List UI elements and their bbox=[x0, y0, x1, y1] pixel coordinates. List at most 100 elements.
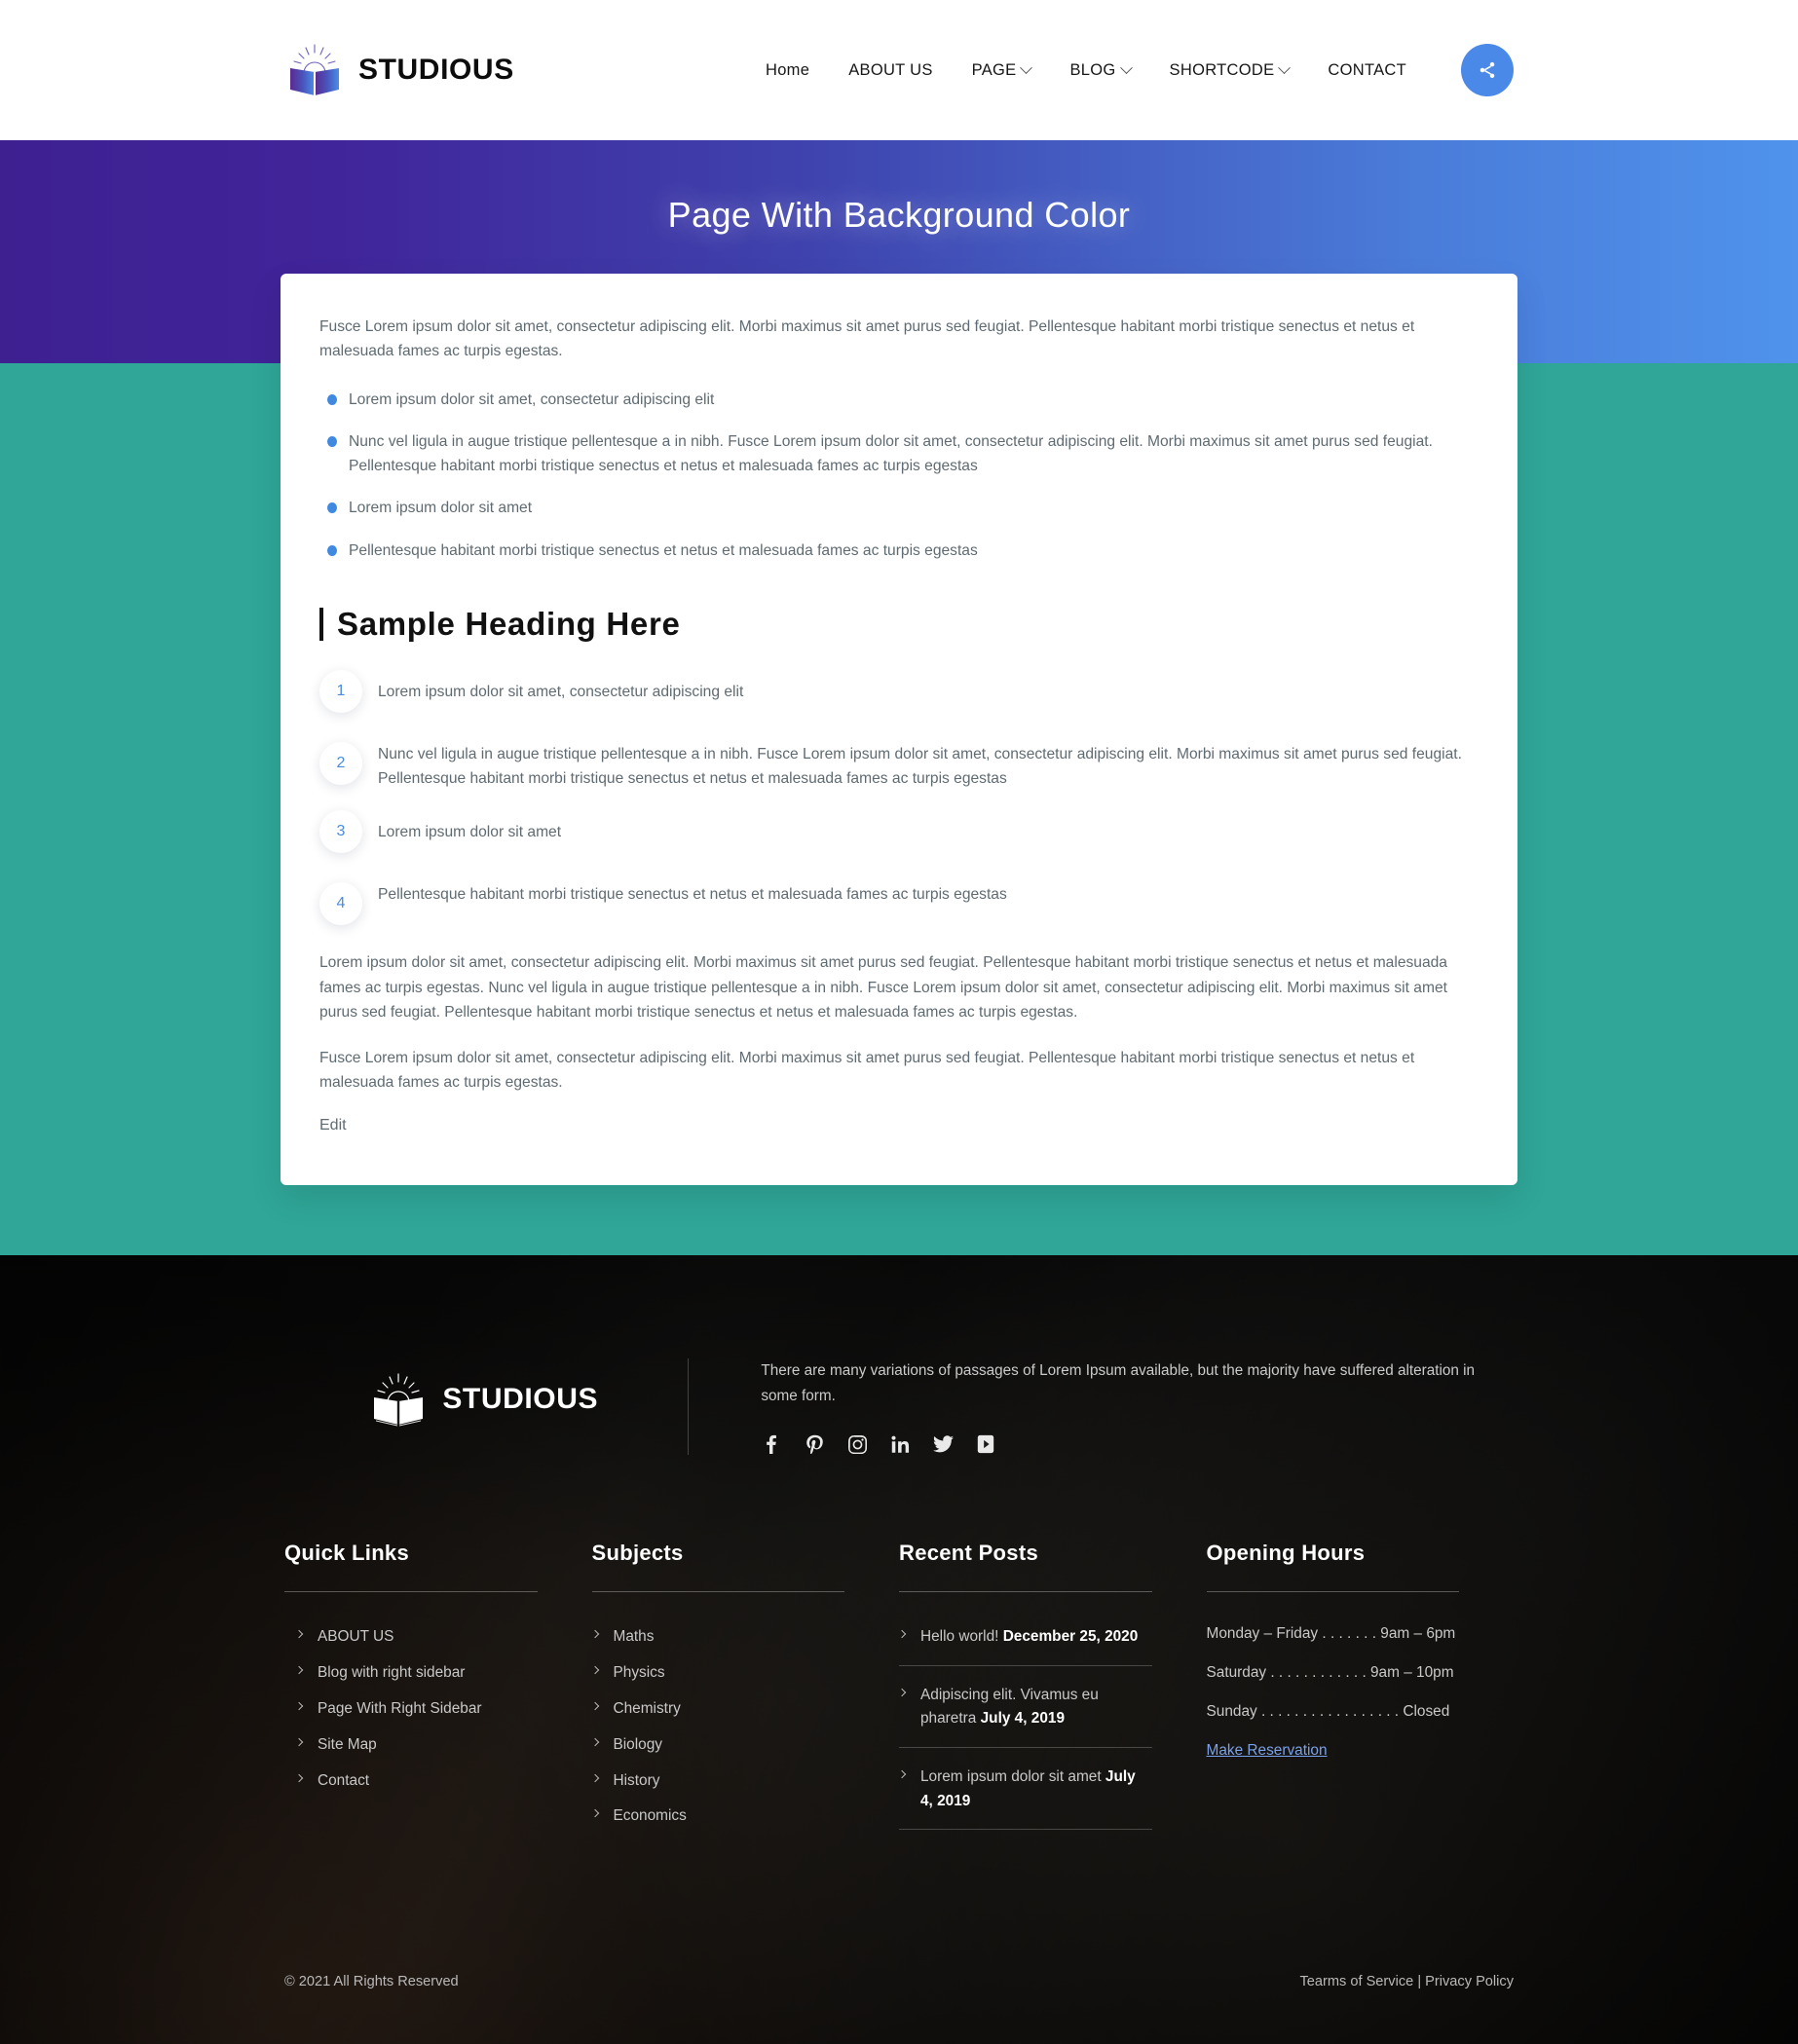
hours-row: Monday – Friday . . . . . . . 9am – 6pm bbox=[1207, 1625, 1460, 1643]
footer-bottom-bar: © 2021 All Rights Reserved Tearms of Ser… bbox=[0, 1974, 1798, 2044]
chevron-right-icon bbox=[590, 1737, 598, 1745]
divider bbox=[899, 1591, 1152, 1592]
list-item[interactable]: Maths bbox=[592, 1625, 845, 1649]
chevron-right-icon bbox=[898, 1630, 906, 1638]
list-item[interactable]: Site Map bbox=[296, 1733, 538, 1757]
list-item[interactable]: Contact bbox=[296, 1769, 538, 1793]
nav-label: SHORTCODE bbox=[1170, 61, 1275, 80]
chevron-right-icon bbox=[590, 1809, 598, 1817]
list-item[interactable]: Biology bbox=[592, 1733, 845, 1757]
list-item[interactable]: Lorem ipsum dolor sit amet July 4, 2019 bbox=[899, 1765, 1152, 1830]
chevron-right-icon bbox=[590, 1773, 598, 1781]
instagram-icon[interactable] bbox=[846, 1433, 868, 1455]
nav-item-shortcode[interactable]: SHORTCODE bbox=[1150, 61, 1309, 80]
list-item: 1 Lorem ipsum dolor sit amet, consectetu… bbox=[319, 676, 1479, 713]
list-item[interactable]: Blog with right sidebar bbox=[296, 1661, 538, 1685]
list-item: Lorem ipsum dolor sit amet bbox=[319, 496, 1479, 520]
list-item-text: Nunc vel ligula in augue tristique pelle… bbox=[349, 433, 1433, 474]
studious-book-icon bbox=[368, 1372, 429, 1427]
chevron-right-icon bbox=[590, 1702, 598, 1710]
twitter-icon[interactable] bbox=[932, 1433, 954, 1455]
post-title: Lorem ipsum dolor sit amet bbox=[920, 1768, 1102, 1785]
list-item[interactable]: Page With Right Sidebar bbox=[296, 1697, 538, 1721]
main-navigation: Home ABOUT US PAGE BLOG SHORTCODE CONTAC… bbox=[746, 44, 1514, 96]
footer-brand-logo[interactable]: STUDIOUS bbox=[284, 1358, 682, 1427]
list-item[interactable]: Economics bbox=[592, 1804, 845, 1828]
legal-links: Tearms of Service | Privacy Policy bbox=[1299, 1974, 1514, 1989]
facebook-icon[interactable] bbox=[761, 1433, 782, 1455]
hours-row: Sunday . . . . . . . . . . . . . . . . .… bbox=[1207, 1703, 1460, 1721]
list-item: Pellentesque habitant morbi tristique se… bbox=[319, 539, 1479, 563]
list-number-badge: 3 bbox=[319, 810, 362, 853]
list-item[interactable]: History bbox=[592, 1769, 845, 1793]
link-label: Economics bbox=[614, 1807, 687, 1824]
site-header: STUDIOUS Home ABOUT US PAGE BLOG SHORTCO… bbox=[0, 0, 1798, 140]
share-icon bbox=[1478, 60, 1497, 80]
link-label: Maths bbox=[614, 1628, 655, 1645]
nav-item-page[interactable]: PAGE bbox=[953, 61, 1051, 80]
footer-column-title: Recent Posts bbox=[899, 1541, 1152, 1566]
post-date: July 4, 2019 bbox=[981, 1710, 1065, 1727]
nav-item-about-us[interactable]: ABOUT US bbox=[829, 61, 952, 80]
list-item[interactable]: Adipiscing elit. Vivamus eu pharetra Jul… bbox=[899, 1684, 1152, 1748]
share-button[interactable] bbox=[1461, 44, 1514, 96]
bullet-dot-icon bbox=[327, 436, 337, 447]
chevron-right-icon bbox=[295, 1702, 303, 1710]
link-label: Biology bbox=[614, 1736, 662, 1753]
footer-column-quick-links: Quick Links ABOUT US Blog with right sid… bbox=[284, 1541, 592, 1847]
linkedin-icon[interactable] bbox=[889, 1433, 911, 1455]
link-label: History bbox=[614, 1772, 660, 1789]
list-item[interactable]: ABOUT US bbox=[296, 1625, 538, 1649]
link-label: ABOUT US bbox=[318, 1628, 393, 1645]
hours-row: Saturday . . . . . . . . . . . . 9am – 1… bbox=[1207, 1664, 1460, 1682]
chevron-right-icon bbox=[590, 1666, 598, 1674]
link-label: Blog with right sidebar bbox=[318, 1664, 465, 1681]
pinterest-icon[interactable] bbox=[804, 1433, 825, 1455]
chevron-right-icon bbox=[295, 1773, 303, 1781]
privacy-policy-link[interactable]: Privacy Policy bbox=[1425, 1974, 1514, 1989]
chevron-down-icon bbox=[1021, 61, 1033, 74]
list-item-text: Lorem ipsum dolor sit amet, consectetur … bbox=[349, 391, 714, 408]
nav-item-blog[interactable]: BLOG bbox=[1050, 61, 1149, 80]
nav-label: CONTACT bbox=[1328, 61, 1406, 80]
list-item: Lorem ipsum dolor sit amet, consectetur … bbox=[319, 388, 1479, 412]
recent-posts-list: Hello world! December 25, 2020 Adipiscin… bbox=[899, 1625, 1152, 1830]
footer-column-title: Quick Links bbox=[284, 1541, 538, 1566]
list-number-badge: 2 bbox=[319, 742, 362, 785]
list-item-text: Nunc vel ligula in augue tristique pelle… bbox=[378, 738, 1479, 792]
bullet-dot-icon bbox=[327, 545, 337, 556]
brand-logo[interactable]: STUDIOUS bbox=[284, 43, 514, 97]
section-heading: Sample Heading Here bbox=[319, 606, 1479, 643]
chevron-right-icon bbox=[295, 1737, 303, 1745]
section-heading-text: Sample Heading Here bbox=[337, 606, 681, 643]
link-label: Contact bbox=[318, 1772, 369, 1789]
footer-column-opening-hours: Opening Hours Monday – Friday . . . . . … bbox=[1207, 1541, 1515, 1847]
nav-item-home[interactable]: Home bbox=[746, 61, 829, 80]
list-item[interactable]: Chemistry bbox=[592, 1697, 845, 1721]
chevron-right-icon bbox=[898, 1770, 906, 1778]
list-item-text: Lorem ipsum dolor sit amet bbox=[378, 816, 561, 844]
quick-links-list: ABOUT US Blog with right sidebar Page Wi… bbox=[284, 1625, 538, 1792]
chevron-down-icon bbox=[1279, 61, 1292, 74]
body-paragraph-a: Lorem ipsum dolor sit amet, consectetur … bbox=[319, 950, 1479, 1024]
footer-column-subjects: Subjects Maths Physics Chemistry Biology… bbox=[592, 1541, 900, 1847]
nav-label: Home bbox=[766, 61, 809, 80]
terms-of-service-link[interactable]: Tearms of Service bbox=[1299, 1974, 1413, 1989]
footer-about-text: There are many variations of passages of… bbox=[761, 1358, 1514, 1411]
list-item[interactable]: Physics bbox=[592, 1661, 845, 1685]
nav-item-contact[interactable]: CONTACT bbox=[1308, 61, 1426, 80]
list-item[interactable]: Hello world! December 25, 2020 bbox=[899, 1625, 1152, 1666]
chevron-right-icon bbox=[898, 1688, 906, 1695]
site-footer: STUDIOUS There are many variations of pa… bbox=[0, 1255, 1798, 2044]
content-card: Fusce Lorem ipsum dolor sit amet, consec… bbox=[281, 274, 1517, 1185]
edit-link[interactable]: Edit bbox=[319, 1117, 347, 1134]
nav-label: ABOUT US bbox=[848, 61, 932, 80]
youtube-icon[interactable] bbox=[975, 1433, 996, 1455]
footer-column-recent-posts: Recent Posts Hello world! December 25, 2… bbox=[899, 1541, 1207, 1847]
make-reservation-link[interactable]: Make Reservation bbox=[1207, 1742, 1328, 1759]
list-item-text: Pellentesque habitant morbi tristique se… bbox=[349, 542, 978, 559]
footer-brand-name: STUDIOUS bbox=[442, 1383, 598, 1416]
list-item-text: Pellentesque habitant morbi tristique se… bbox=[378, 878, 1007, 907]
brand-name: STUDIOUS bbox=[358, 54, 514, 87]
subjects-list: Maths Physics Chemistry Biology History … bbox=[592, 1625, 845, 1828]
